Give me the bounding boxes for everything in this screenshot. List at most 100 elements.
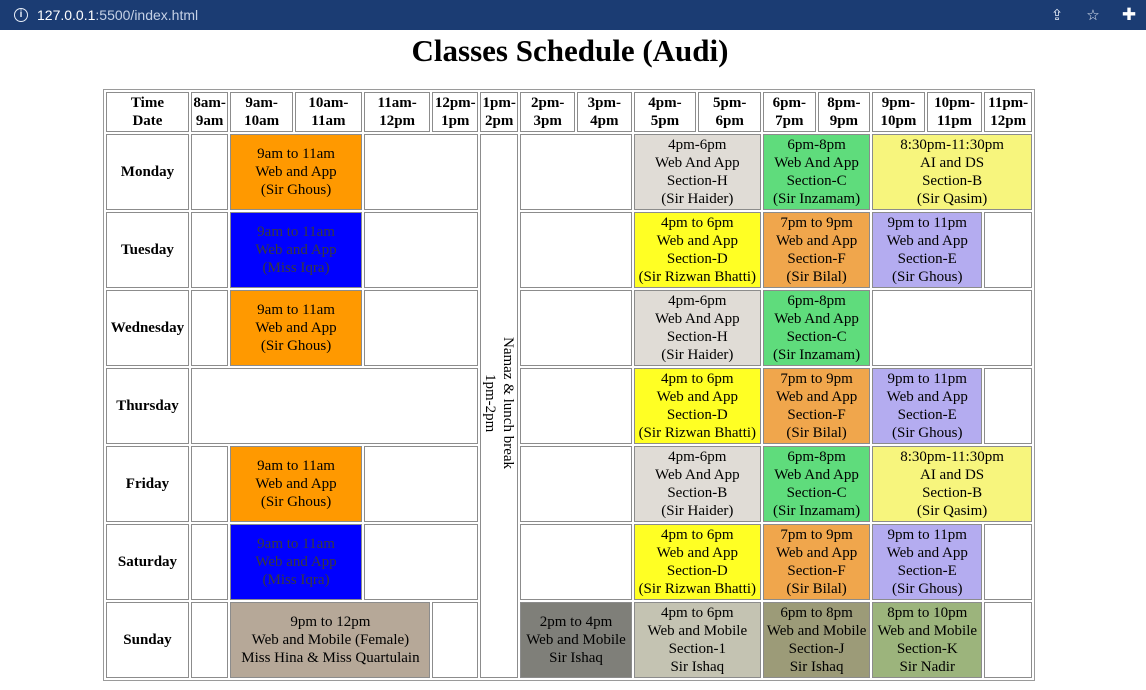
schedule-row-saturday: Saturday 9am to 11am Web and App (Miss Iqra… xyxy=(106,524,1032,600)
empty-slot xyxy=(190,446,229,522)
class-info-line: 11pm- xyxy=(988,95,1029,111)
class-info-line: Section-E xyxy=(897,563,957,579)
class-block: 4pm to 6pm Web and Mobile Section-1 Sir Ish… xyxy=(633,602,761,678)
class-info-line: 2pm xyxy=(485,113,514,129)
class-info-line: Section-K xyxy=(896,641,958,657)
class-info-line: (Sir Rizwan Bhatti) xyxy=(638,425,757,441)
schedule-row-monday: Monday 9am to 11am Web and App (Sir Ghous) N… xyxy=(106,134,1032,678)
class-info-line: 6pm to 8pm xyxy=(780,605,853,621)
time-slot-header: 8am- 9am xyxy=(190,92,229,132)
class-info-line: 3pm xyxy=(533,113,562,129)
class-info-line: Web And App xyxy=(774,155,859,171)
class-info-line: Section-B xyxy=(922,485,983,501)
class-info-line: 6pm-8pm xyxy=(787,137,846,153)
class-info-line: (Sir Ghous) xyxy=(892,425,963,441)
time-slot-header: 12pm- 1pm xyxy=(432,92,478,132)
class-info-line: Sir Ishaq xyxy=(670,659,725,675)
empty-slot xyxy=(520,524,632,600)
empty-slot xyxy=(520,290,632,366)
extensions-puzzle-icon[interactable]: ✚ xyxy=(1120,5,1138,25)
class-info-line: (Sir Inzamam) xyxy=(773,191,861,207)
class-block: 9am to 11am Web and App (Miss Iqra) xyxy=(230,524,362,600)
break-text-line: Namaz & lunch break xyxy=(500,337,517,470)
class-info-line: Web And App xyxy=(655,155,740,171)
bookmark-star-icon[interactable]: ☆ xyxy=(1084,6,1102,24)
class-info-line: Web and App xyxy=(656,389,738,405)
time-slot-header: 10am- 11am xyxy=(295,92,362,132)
class-info-line: Sir Ishaq xyxy=(789,659,844,675)
day-label: Sunday xyxy=(106,602,189,678)
time-slot-header: 5pm- 6pm xyxy=(698,92,761,132)
class-block: 9pm to 12pm Web and Mobile (Female) Miss H… xyxy=(230,602,431,678)
class-info-line: (Sir Qasim) xyxy=(916,503,988,519)
empty-slot xyxy=(190,290,229,366)
schedule-row-friday: Friday 9am to 11am Web and App (Sir Ghous) 4… xyxy=(106,446,1032,522)
class-block: 9pm to 11pm Web and App Section-E (Sir Ghou… xyxy=(872,524,983,600)
class-block: 2pm to 4pm Web and Mobile Sir Ishaq xyxy=(520,602,632,678)
class-block: 9pm to 11pm Web and App Section-E (Sir Ghou… xyxy=(872,368,983,444)
empty-slot xyxy=(190,368,478,444)
empty-slot xyxy=(520,134,632,210)
time-date-header: Time Date xyxy=(106,92,189,132)
class-block: 9am to 11am Web and App (Miss Iqra) xyxy=(230,212,362,288)
class-info-line: Web and Mobile xyxy=(766,623,867,639)
class-block: 9am to 11am Web and App (Sir Ghous) xyxy=(230,446,362,522)
time-slot-header: 6pm- 7pm xyxy=(763,92,816,132)
class-info-line: Web and App xyxy=(886,545,968,561)
info-icon[interactable]: i xyxy=(14,8,28,22)
class-info-line: 10pm xyxy=(880,113,917,129)
class-block: 6pm to 8pm Web and Mobile Section-J Sir Ish… xyxy=(763,602,871,678)
empty-slot xyxy=(363,524,478,600)
class-info-line: 9am xyxy=(195,113,224,129)
class-info-line: 2pm to 4pm xyxy=(539,614,613,630)
class-info-line: 6pm-8pm xyxy=(787,449,846,465)
class-info-line: (Sir Rizwan Bhatti) xyxy=(638,581,757,597)
class-info-line: 5pm- xyxy=(712,95,747,111)
class-info-line: 9am- xyxy=(245,95,278,111)
class-info-line: Web and Mobile (Female) xyxy=(251,632,410,648)
class-info-line: 9am to 11am xyxy=(257,302,335,318)
class-info-line: 11am- xyxy=(377,95,417,111)
lunch-break-cell: Namaz & lunch break 1pm-2pm xyxy=(479,134,519,678)
class-info-line: 4pm-6pm xyxy=(668,449,727,465)
header-row: Time Date 8am- 9am 9am- 10am 10am- 11am 11am- 12p… xyxy=(106,92,1032,132)
empty-slot xyxy=(984,368,1032,444)
break-text-line: 1pm-2pm xyxy=(482,374,499,433)
class-info-line: Section-F xyxy=(787,407,846,423)
class-info-line: (Sir Inzamam) xyxy=(773,347,861,363)
time-slot-header: 2pm- 3pm xyxy=(520,92,576,132)
empty-slot xyxy=(190,212,229,288)
page-title: Classes Schedule (Audi) xyxy=(411,33,729,68)
class-info-line: 4pm to 6pm xyxy=(661,527,734,543)
class-info-line: Section-F xyxy=(787,563,846,579)
empty-slot xyxy=(984,212,1032,288)
empty-slot xyxy=(520,368,632,444)
class-info-line: Web And App xyxy=(774,467,859,483)
class-info-line: 11pm xyxy=(937,113,973,129)
class-info-line: Section-C xyxy=(786,485,847,501)
class-block: 9am to 11am Web and App (Sir Ghous) xyxy=(230,290,362,366)
class-info-line: (Sir Ghous) xyxy=(892,269,963,285)
class-info-line: (Sir Ghous) xyxy=(260,338,332,354)
share-icon[interactable]: ⇪ xyxy=(1048,6,1066,24)
empty-slot xyxy=(872,290,1032,366)
class-info-line: 9pm- xyxy=(881,95,916,111)
time-slot-header: 1pm- 2pm xyxy=(479,92,519,132)
class-info-line: Miss Hina & Miss Quartulain xyxy=(241,650,420,666)
class-info-line: Web and App xyxy=(775,389,858,405)
empty-slot xyxy=(432,602,478,678)
class-info-line: Section-1 xyxy=(668,641,727,657)
class-info-line: 6pm- xyxy=(772,95,806,111)
class-info-line: 10am- xyxy=(308,95,349,111)
class-block: 6pm-8pm Web And App Section-C (Sir Inzamam) xyxy=(763,446,871,522)
class-block: 9am to 11am Web and App (Sir Ghous) xyxy=(230,134,362,210)
class-info-line: Web and App xyxy=(255,164,337,180)
url-text[interactable]: 127.0.0.1:5500/index.html xyxy=(37,7,198,23)
class-info-line: Time xyxy=(130,95,164,111)
class-info-line: 3pm- xyxy=(587,95,621,111)
day-label: Monday xyxy=(106,134,189,210)
class-info-line: Section-J xyxy=(788,641,845,657)
class-info-line: 4pm to 6pm xyxy=(661,215,734,231)
class-info-line: Web and App xyxy=(886,233,968,249)
class-info-line: 8am- xyxy=(193,95,226,111)
